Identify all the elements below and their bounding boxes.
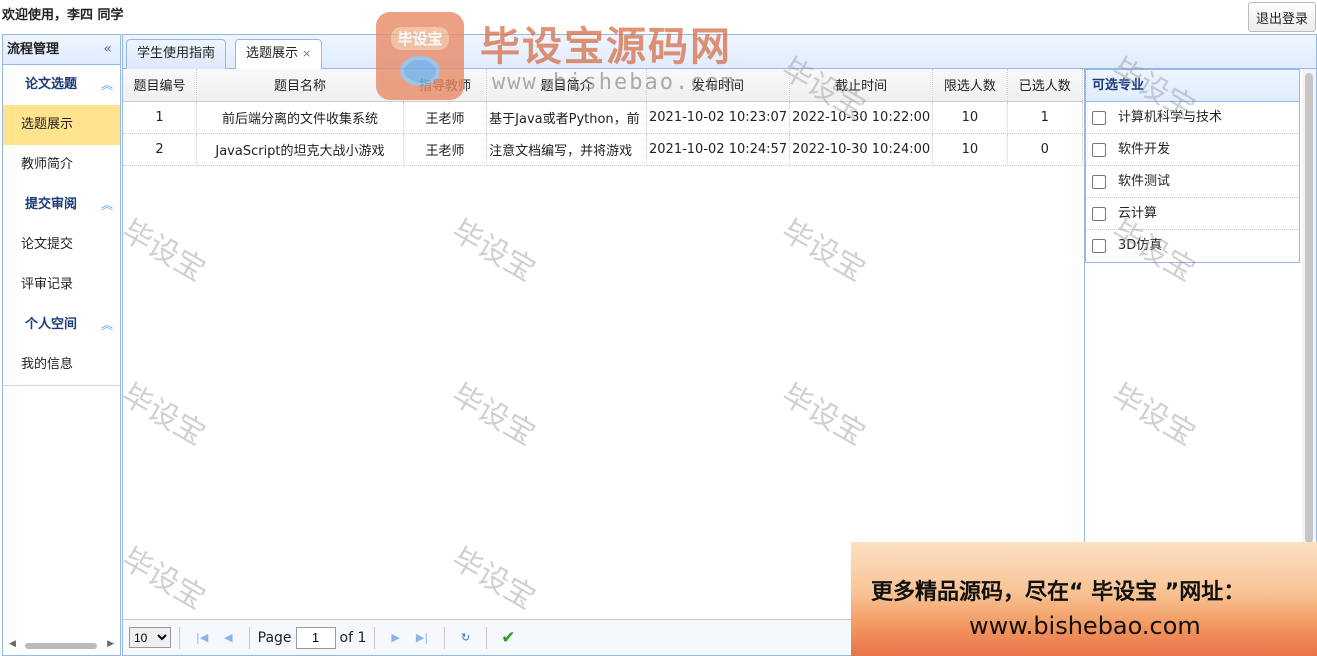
topic-table: 题目编号 题目名称 指导教师 题目简介 发布时间 截止时间 限选人数 已选人数 …: [123, 69, 1084, 617]
section-personal-space[interactable]: 个人空间 ︽: [3, 305, 120, 345]
scrollbar-thumb[interactable]: [1305, 73, 1313, 543]
checkbox[interactable]: [1092, 142, 1106, 157]
welcome-text: 欢迎使用，李四 同学: [2, 8, 124, 23]
major-option[interactable]: 3D仿真: [1086, 230, 1299, 262]
nav-item-my-info[interactable]: 我的信息: [3, 345, 120, 385]
horizontal-scrollbar[interactable]: ◀ ▶: [3, 639, 120, 651]
major-label: 软件开发: [1118, 141, 1171, 157]
major-option[interactable]: 计算机科学与技术: [1086, 102, 1299, 134]
collapse-icon[interactable]: «: [103, 35, 112, 64]
major-option[interactable]: 软件测试: [1086, 166, 1299, 198]
column-header[interactable]: 题目编号: [123, 69, 197, 102]
tab-label: 学生使用指南: [137, 46, 216, 61]
major-label: 云计算: [1118, 205, 1158, 221]
nav-item-paper-submit[interactable]: 论文提交: [3, 225, 120, 265]
major-option[interactable]: 云计算: [1086, 198, 1299, 230]
tab-label: 选题展示: [246, 46, 299, 61]
sidebar: 流程管理 « 论文选题 ︽ 选题展示 教师简介 提交审阅 ︽ 论文提交 评审记录…: [2, 34, 121, 656]
scroll-left-icon[interactable]: ◀: [9, 639, 16, 649]
nav-item-review-records[interactable]: 评审记录: [3, 265, 120, 305]
divider: [248, 626, 250, 649]
checkbox[interactable]: [1092, 110, 1106, 125]
refresh-icon[interactable]: ↻: [461, 631, 470, 644]
table-cell: 王老师: [403, 133, 488, 166]
table-cell: 2: [123, 133, 197, 166]
page-number-input[interactable]: [295, 626, 336, 649]
check-icon[interactable]: ✔: [501, 628, 515, 648]
table-cell: 王老师: [403, 101, 488, 134]
table-cell: 前后端分离的文件收集系统: [196, 101, 404, 134]
first-page-icon[interactable]: |◀: [196, 631, 208, 644]
logout-button[interactable]: 退出登录: [1248, 2, 1316, 32]
ad-text: 更多精品源码，尽在“ 毕设宝 ”网址：: [871, 580, 1246, 605]
ad-banner[interactable]: 更多精品源码，尽在“ 毕设宝 ”网址： www.bishebao.com: [851, 542, 1317, 656]
checkbox[interactable]: [1092, 239, 1106, 253]
major-option[interactable]: 软件开发: [1086, 134, 1299, 166]
next-page-icon[interactable]: ▶: [391, 631, 399, 644]
page-count: of 1: [339, 629, 367, 646]
last-page-icon[interactable]: ▶|: [416, 631, 428, 644]
column-header[interactable]: 指导教师: [403, 69, 488, 102]
column-header[interactable]: 发布时间: [646, 69, 791, 102]
chevron-up-icon[interactable]: ︽: [101, 305, 113, 345]
vertical-scrollbar[interactable]: [1302, 69, 1316, 617]
table-cell: 基于Java或者Python，前: [486, 101, 648, 134]
ad-url[interactable]: www.bishebao.com: [969, 612, 1201, 640]
divider: [179, 626, 180, 649]
scroll-right-icon[interactable]: ▶: [107, 639, 114, 649]
prev-page-icon[interactable]: ◀: [224, 631, 232, 644]
major-label: 软件测试: [1118, 173, 1171, 189]
table-row[interactable]: 1 前后端分离的文件收集系统 王老师 基于Java或者Python，前 2021…: [123, 101, 1084, 134]
divider: [444, 626, 446, 649]
column-header[interactable]: 题目名称: [196, 69, 404, 102]
section-topic-selection[interactable]: 论文选题 ︽: [3, 65, 120, 105]
sidebar-header: 流程管理 «: [3, 35, 120, 65]
table-cell: 10: [932, 133, 1008, 166]
top-bar: 欢迎使用，李四 同学 退出登录: [0, 0, 1317, 34]
sidebar-title: 流程管理: [7, 42, 60, 57]
chevron-up-icon[interactable]: ︽: [101, 65, 113, 105]
nav-item-teacher-intro[interactable]: 教师简介: [3, 145, 120, 185]
table-cell: 10: [932, 101, 1008, 134]
section-label: 提交审阅: [25, 197, 78, 212]
table-cell: JavaScript的坦克大战小游戏: [196, 133, 404, 166]
table-cell: 注意文档编写，并将游戏: [486, 133, 648, 166]
divider: [3, 385, 120, 386]
chevron-up-icon[interactable]: ︽: [101, 185, 113, 225]
major-label: 计算机科学与技术: [1118, 109, 1223, 125]
checkbox[interactable]: [1092, 174, 1106, 189]
table-header-row: 题目编号 题目名称 指导教师 题目简介 发布时间 截止时间 限选人数 已选人数: [123, 69, 1084, 102]
table-cell: 2021-10-02 10:24:57: [646, 133, 791, 166]
table-cell: 1: [123, 101, 197, 134]
column-header[interactable]: 截止时间: [789, 69, 934, 102]
column-header[interactable]: 已选人数: [1007, 69, 1084, 102]
tab-bar: 学生使用指南 选题展示 ×: [123, 35, 1316, 70]
divider: [486, 626, 488, 649]
tab-student-guide[interactable]: 学生使用指南: [126, 39, 227, 69]
column-header[interactable]: 限选人数: [932, 69, 1008, 102]
page-label: Page: [257, 629, 292, 646]
table-cell: 0: [1007, 133, 1084, 166]
tab-topic-display[interactable]: 选题展示 ×: [235, 39, 323, 70]
close-icon[interactable]: ×: [302, 47, 311, 60]
section-label: 个人空间: [25, 317, 78, 332]
table-row[interactable]: 2 JavaScript的坦克大战小游戏 王老师 注意文档编写，并将游戏 202…: [123, 133, 1084, 166]
scrollbar-thumb[interactable]: [25, 643, 97, 649]
table-cell: 2021-10-02 10:23:07: [646, 101, 791, 134]
section-submit-review[interactable]: 提交审阅 ︽: [3, 185, 120, 225]
table-cell: 2022-10-30 10:24:00: [789, 133, 934, 166]
nav-item-topic-display[interactable]: 选题展示: [3, 105, 120, 145]
divider: [374, 626, 376, 649]
majors-panel: 可选专业 计算机科学与技术 软件开发 软件测试 云计算 3D仿真: [1084, 69, 1301, 617]
column-header[interactable]: 题目简介: [486, 69, 648, 102]
table-cell: 2022-10-30 10:22:00: [789, 101, 934, 134]
major-label: 3D仿真: [1118, 238, 1163, 253]
majors-list: 可选专业 计算机科学与技术 软件开发 软件测试 云计算 3D仿真: [1085, 69, 1300, 263]
table-cell: 1: [1007, 101, 1084, 134]
page-size-select[interactable]: 10: [129, 627, 171, 648]
section-label: 论文选题: [25, 77, 78, 92]
checkbox[interactable]: [1092, 206, 1106, 221]
majors-title: 可选专业: [1086, 70, 1299, 102]
